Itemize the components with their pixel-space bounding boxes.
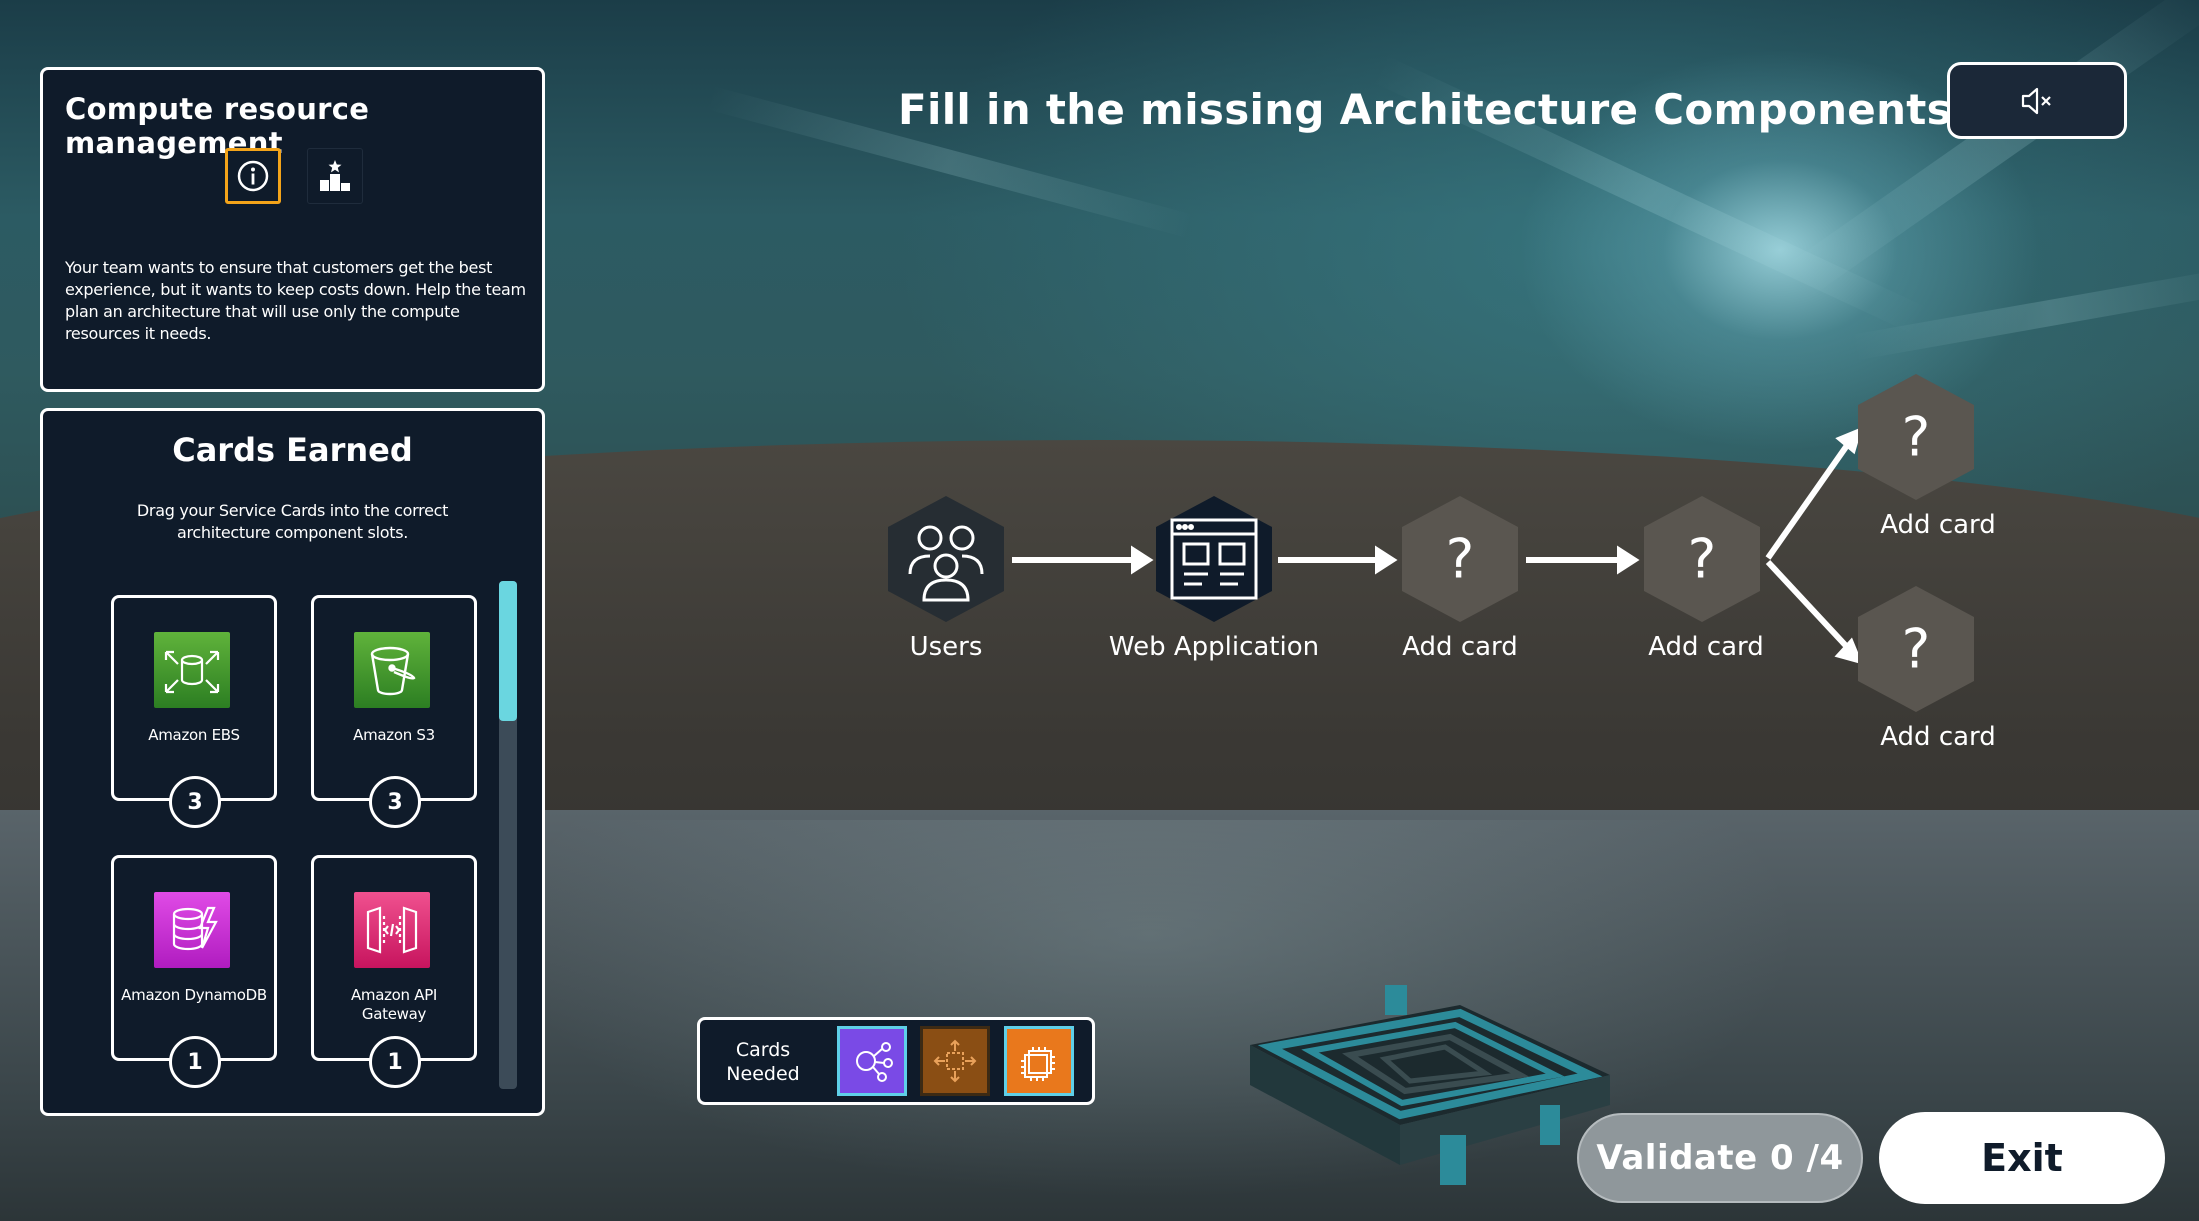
mute-button[interactable] [1947,62,2127,139]
service-card-s3[interactable]: Amazon S3 3 [311,595,477,828]
needed-card-slot-2 [920,1026,990,1096]
needed-card-slot-1 [837,1026,907,1096]
service-card-ebs[interactable]: Amazon EBS 3 [111,595,277,828]
network-hub-icon [856,1042,893,1082]
api-gateway-icon [354,892,430,968]
node-label-web-application: Web Application [1108,632,1320,662]
node-web-application [1148,494,1280,624]
service-card-name: Amazon S3 [353,726,435,744]
card-count-badge: 3 [169,776,221,828]
node-label-slot-1: Add card [1402,632,1518,662]
node-users [880,494,1012,624]
service-card-name: Amazon EBS [148,726,240,744]
scenario-title: Compute resource management [65,92,370,160]
service-card-api-gateway[interactable]: Amazon API Gateway 1 [311,855,477,1088]
service-card-name: Amazon DynamoDB [121,986,267,1004]
question-mark: ? [1445,527,1475,591]
podium-icon [320,160,350,191]
cards-earned-panel: Cards Earned Drag your Service Cards int… [40,408,545,1116]
cards-needed-tray: Cards Needed [697,1017,1095,1105]
service-card-dynamodb[interactable]: Amazon DynamoDB 1 [111,855,277,1088]
cards-needed-label: Cards Needed [726,1039,800,1085]
card-slot-1[interactable]: ? [1394,494,1526,624]
ebs-icon [154,632,230,708]
cards-earned-instructions: Drag your Service Cards into the correct… [136,501,449,542]
ec2-chip-icon [1021,1047,1055,1081]
maze-platform [1250,985,1610,1185]
cards-scrollbar-thumb[interactable] [499,581,517,721]
question-mark: ? [1901,617,1931,681]
cards-earned-title: Cards Earned [172,431,413,469]
service-card-name: Amazon API Gateway [350,986,438,1023]
scenario-panel: Compute resource management Your team wa… [40,67,545,392]
question-mark: ? [1901,405,1931,469]
card-count-badge: 1 [169,1036,221,1088]
node-label-slot-2: Add card [1648,632,1764,662]
scenario-description: Your team wants to ensure that customers… [65,258,526,343]
scaling-arrows-icon [933,1039,977,1083]
needed-card-slot-3 [1004,1026,1074,1096]
info-circle-icon [237,160,269,192]
cards-scrollbar[interactable] [499,581,517,1089]
info-tab-button[interactable] [225,148,281,204]
exit-button[interactable]: Exit [1879,1112,2165,1204]
node-label-slot-4: Add card [1880,722,1996,752]
card-slot-2[interactable]: ? [1636,494,1768,624]
s3-bucket-icon [354,632,430,708]
card-slot-3[interactable]: ? [1850,372,1982,502]
card-slot-4[interactable]: ? [1850,584,1982,714]
card-count-badge: 1 [369,1036,421,1088]
puzzle-heading: Fill in the missing Architecture Compone… [898,85,1952,134]
node-label-slot-3: Add card [1880,510,1996,540]
card-count-badge: 3 [369,776,421,828]
leaderboard-tab-button[interactable] [307,148,363,204]
question-mark: ? [1687,527,1717,591]
validate-button[interactable]: Validate 0 /4 [1577,1113,1863,1203]
speaker-muted-icon [2021,87,2051,114]
dynamodb-icon [154,892,230,968]
node-label-users: Users [909,632,983,662]
